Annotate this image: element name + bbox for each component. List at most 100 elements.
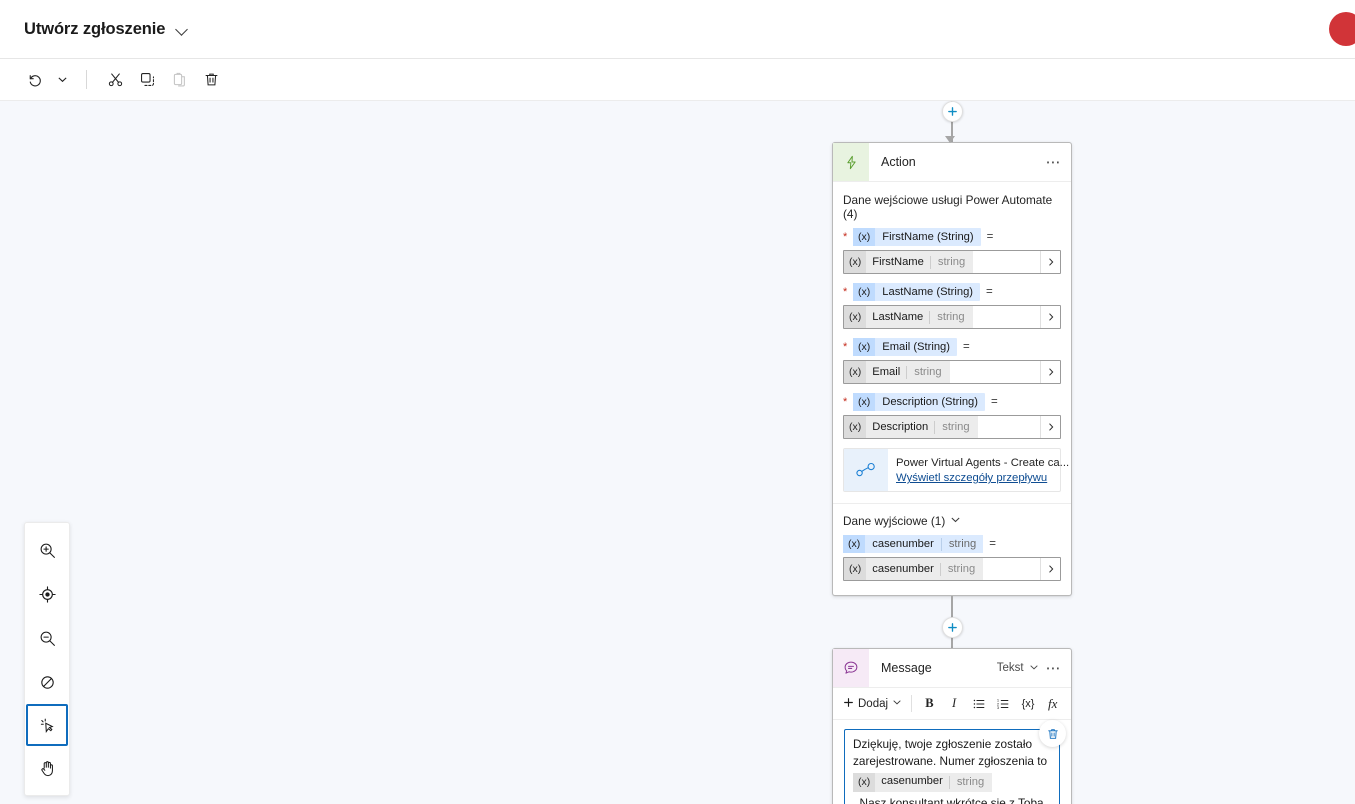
variable-badge: (x)	[853, 228, 876, 246]
action-parameter: * (x) Description (String) = (x) Description s…	[843, 393, 1061, 439]
parameter-pill: (x) FirstName (String)	[853, 228, 981, 246]
toolbar-divider	[911, 695, 913, 712]
value-chip: (x) LastName string	[844, 306, 973, 328]
parameter-name: LastName (String)	[882, 286, 974, 298]
equals-sign: =	[986, 286, 993, 298]
parameter-value-input[interactable]: (x) Email string	[843, 360, 1061, 384]
section-divider	[833, 503, 1071, 504]
chevron-right-icon[interactable]	[1040, 361, 1060, 383]
parameter-label-row: * (x) Email (String) =	[843, 338, 1061, 356]
flow-reference-text: Power Virtual Agents - Create ca... Wyśw…	[888, 449, 1077, 491]
add-content-label: Dodaj	[858, 697, 889, 710]
variable-button[interactable]: {x}	[1016, 692, 1041, 716]
value-chip: (x) Description string	[844, 416, 978, 438]
numbered-list-button[interactable]: 1 2 3	[991, 692, 1016, 716]
value-type: string	[929, 310, 972, 324]
select-tool-button[interactable]	[26, 704, 68, 746]
message-mode-selector[interactable]: Tekst	[997, 662, 1039, 675]
fit-to-screen-button[interactable]	[27, 572, 67, 616]
more-options-icon[interactable]: ⋯	[1045, 155, 1062, 170]
paste-button[interactable]	[164, 65, 194, 95]
cut-button[interactable]	[100, 65, 130, 95]
formula-button[interactable]: fx	[1040, 692, 1065, 716]
bulleted-list-button[interactable]	[966, 692, 991, 716]
value-type: string	[934, 420, 977, 434]
power-automate-flow-icon	[844, 449, 888, 491]
chevron-right-icon[interactable]	[1040, 306, 1060, 328]
action-card-body: Dane wejściowe usługi Power Automate (4)…	[833, 182, 1071, 595]
equals-sign: =	[991, 396, 998, 408]
delete-message-button[interactable]	[1039, 720, 1066, 747]
output-value-input[interactable]: (x) casenumber string	[843, 557, 1061, 581]
action-parameter: * (x) FirstName (String) = (x) FirstName strin…	[843, 228, 1061, 274]
parameter-pill: (x) Description (String)	[853, 393, 985, 411]
connector-middle	[832, 596, 1072, 648]
equals-sign: =	[986, 231, 994, 243]
outputs-section[interactable]: Dane wyjściowe (1)	[843, 514, 1061, 528]
chevron-right-icon[interactable]	[1040, 416, 1060, 438]
parameter-value-input[interactable]: (x) FirstName string	[843, 250, 1061, 274]
undo-history-button[interactable]	[51, 65, 73, 95]
message-line-1: Dziękuję, twoje zgłoszenie zostało zarej…	[853, 737, 1048, 768]
message-text-editor[interactable]: Dziękuję, twoje zgłoszenie zostało zarej…	[844, 729, 1060, 804]
arrow-head-icon	[945, 136, 955, 143]
add-content-button[interactable]: Dodaj	[839, 692, 906, 716]
required-indicator: *	[843, 340, 848, 353]
chevron-down-icon[interactable]	[1029, 662, 1039, 675]
value-type: string	[929, 255, 973, 269]
action-output-list: (x) casenumber string = (x) casenumber string	[843, 535, 1061, 581]
variable-type: string	[948, 775, 992, 789]
chevron-down-icon[interactable]	[950, 514, 961, 528]
add-node-button-middle[interactable]	[941, 616, 963, 638]
message-card-title: Message	[881, 661, 932, 675]
delete-button[interactable]	[196, 65, 226, 95]
message-bubble-icon	[833, 649, 869, 687]
variable-name: casenumber	[881, 775, 943, 788]
chevron-right-icon[interactable]	[1040, 251, 1060, 273]
output-type: string	[940, 537, 983, 551]
connector-top	[832, 101, 1072, 143]
zoom-out-button[interactable]	[27, 616, 67, 660]
add-node-button-top[interactable]	[941, 101, 963, 122]
zoom-in-button[interactable]	[27, 528, 67, 572]
topic-selector[interactable]: Utwórz zgłoszenie	[24, 21, 189, 38]
parameter-value-input[interactable]: (x) Description string	[843, 415, 1061, 439]
variable-badge: (x)	[853, 393, 876, 411]
inputs-section-label: Dane wejściowe usługi Power Automate (4)	[843, 193, 1053, 221]
action-parameter: * (x) Email (String) = (x) Email string	[843, 338, 1061, 384]
undo-button[interactable]	[19, 65, 49, 95]
value-type: string	[939, 562, 983, 576]
italic-button[interactable]: I	[942, 692, 967, 716]
action-parameter: * (x) LastName (String) = (x) LastName string	[843, 283, 1061, 329]
variable-badge: (x)	[844, 251, 867, 273]
parameter-label-row: * (x) LastName (String) =	[843, 283, 1061, 301]
more-options-icon[interactable]: ⋯	[1045, 661, 1062, 676]
flow-canvas[interactable]: Action ⋯ Dane wejściowe usługi Power Aut…	[0, 101, 1355, 804]
flow-reference-title: Power Virtual Agents - Create ca...	[896, 456, 1070, 469]
lightning-bolt-icon	[833, 143, 869, 181]
required-indicator: *	[843, 395, 848, 408]
parameter-value-input[interactable]: (x) LastName string	[843, 305, 1061, 329]
value-name: FirstName	[872, 256, 924, 268]
parameter-name: Email (String)	[882, 341, 951, 353]
avatar[interactable]	[1329, 12, 1355, 46]
parameter-pill: (x) LastName (String)	[853, 283, 981, 301]
variable-badge: (x)	[844, 361, 867, 383]
copy-button[interactable]	[132, 65, 162, 95]
chevron-right-icon[interactable]	[1040, 558, 1060, 580]
variable-badge: (x)	[853, 283, 876, 301]
page-title: Utwórz zgłoszenie	[24, 19, 166, 38]
flow-details-link[interactable]: Wyświetl szczegóły przepływu	[896, 472, 1069, 484]
flow-reference-box[interactable]: Power Virtual Agents - Create ca... Wyśw…	[843, 448, 1069, 492]
message-variable-chip[interactable]: (x) casenumber string	[853, 772, 993, 792]
pan-tool-button[interactable]	[27, 746, 67, 790]
chevron-down-icon[interactable]	[176, 23, 189, 36]
equals-sign: =	[963, 341, 970, 353]
value-name: casenumber	[872, 563, 934, 575]
action-node-card[interactable]: Action ⋯ Dane wejściowe usługi Power Aut…	[832, 142, 1072, 596]
message-node-card[interactable]: Message Tekst ⋯ Dodaj B I 1 2 3 {x} fx D…	[832, 648, 1072, 804]
toolbar-divider	[86, 70, 87, 89]
required-indicator: *	[843, 230, 848, 243]
bold-button[interactable]: B	[917, 692, 942, 716]
reset-view-button[interactable]	[27, 660, 67, 704]
